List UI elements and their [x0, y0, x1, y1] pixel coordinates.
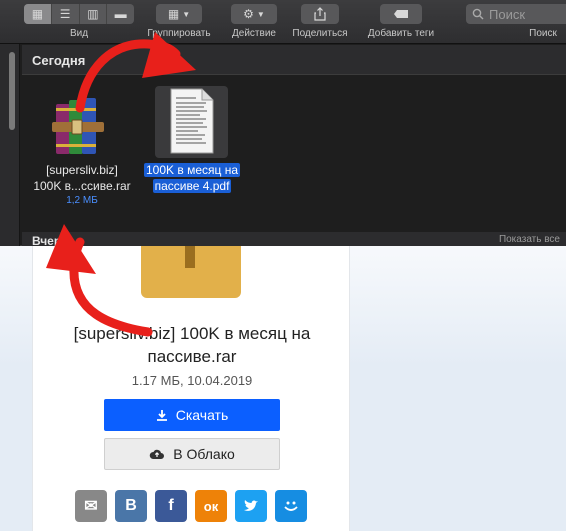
search-field[interactable]: Поиск — [466, 4, 566, 24]
selected-file-name-line2: пассиве 4.pdf — [152, 179, 232, 193]
share-moimir-icon[interactable] — [275, 490, 307, 522]
finder-toolbar: ▦ ☰ ▥ ▬ Вид ▦ ▼ Группировать ⚙ ▼ Действи… — [0, 0, 566, 44]
share-twitter-icon[interactable] — [235, 490, 267, 522]
tag-icon — [394, 10, 408, 18]
share-mail-icon[interactable]: ✉ — [75, 490, 107, 522]
file-title: [supersliv.biz] 100K в месяц на пассиве.… — [73, 324, 311, 366]
share-label: Поделиться — [292, 28, 348, 39]
download-icon — [156, 410, 167, 421]
chevron-down-icon: ▼ — [182, 9, 191, 19]
show-all-link[interactable]: Показать все — [499, 234, 560, 245]
finder-window: ▦ ☰ ▥ ▬ Вид ▦ ▼ Группировать ⚙ ▼ Действи… — [0, 0, 566, 248]
tags-button[interactable] — [380, 4, 422, 24]
share-icon — [314, 7, 326, 21]
share-odnoklassniki-icon[interactable]: ок — [195, 490, 227, 522]
share-facebook-icon[interactable]: f — [155, 490, 187, 522]
file-name-line2: 100K в...ссиве.rar — [33, 179, 131, 193]
winrar-books-icon[interactable] — [52, 94, 112, 158]
tags-label: Добавить теги — [367, 28, 435, 39]
gear-icon: ⚙ — [243, 7, 254, 21]
archive-icon — [141, 246, 241, 298]
share-vk-icon[interactable]: В — [115, 490, 147, 522]
pdf-document-icon[interactable] — [170, 88, 214, 154]
chevron-down-icon: ▼ — [256, 9, 265, 19]
download-button[interactable]: Скачать — [104, 399, 280, 431]
download-label: Скачать — [175, 407, 229, 423]
file-meta: 1.17 МБ, 10.04.2019 — [131, 373, 253, 388]
selected-file-name-line1: 100K в месяц на — [144, 163, 240, 177]
section-header-next: Вчера Показать все — [22, 232, 566, 248]
action-label: Действие — [232, 28, 276, 39]
cloud-save-label: В Облако — [173, 446, 235, 462]
section-title: Сегодня — [32, 53, 86, 68]
search-icon — [472, 8, 484, 20]
view-label: Вид — [69, 28, 89, 39]
view-mode-segmented: ▦ ☰ ▥ ▬ — [24, 4, 134, 24]
group-button[interactable]: ▦ ▼ — [156, 4, 202, 24]
cloud-save-button[interactable]: В Облако — [104, 438, 280, 470]
icon-view-icon[interactable]: ▦ — [24, 4, 52, 24]
file-card: [supersliv.biz] 100K в месяц на пассиве.… — [32, 246, 350, 531]
column-view-icon[interactable]: ▥ — [80, 4, 108, 24]
section-header-today: Сегодня — [22, 45, 566, 75]
cloud-upload-icon — [149, 449, 165, 459]
file-size: 1,2 МБ — [66, 195, 98, 206]
file-name-line1: [supersliv.biz] — [46, 163, 118, 177]
section-title-next: Вчера — [32, 234, 68, 248]
social-share-bar: ✉ В f ок — [75, 490, 307, 522]
action-button[interactable]: ⚙ ▼ — [231, 4, 277, 24]
group-label: Группировать — [147, 28, 211, 39]
share-button[interactable] — [301, 4, 339, 24]
grid-group-icon: ▦ — [167, 7, 180, 21]
web-page-background: [supersliv.biz] 100K в месяц на пассиве.… — [0, 246, 566, 531]
sidebar-scrollbar[interactable] — [9, 52, 15, 130]
search-label: Поиск — [529, 28, 557, 39]
list-view-icon[interactable]: ☰ — [52, 4, 80, 24]
gallery-view-icon[interactable]: ▬ — [107, 4, 134, 24]
search-placeholder: Поиск — [489, 6, 526, 22]
